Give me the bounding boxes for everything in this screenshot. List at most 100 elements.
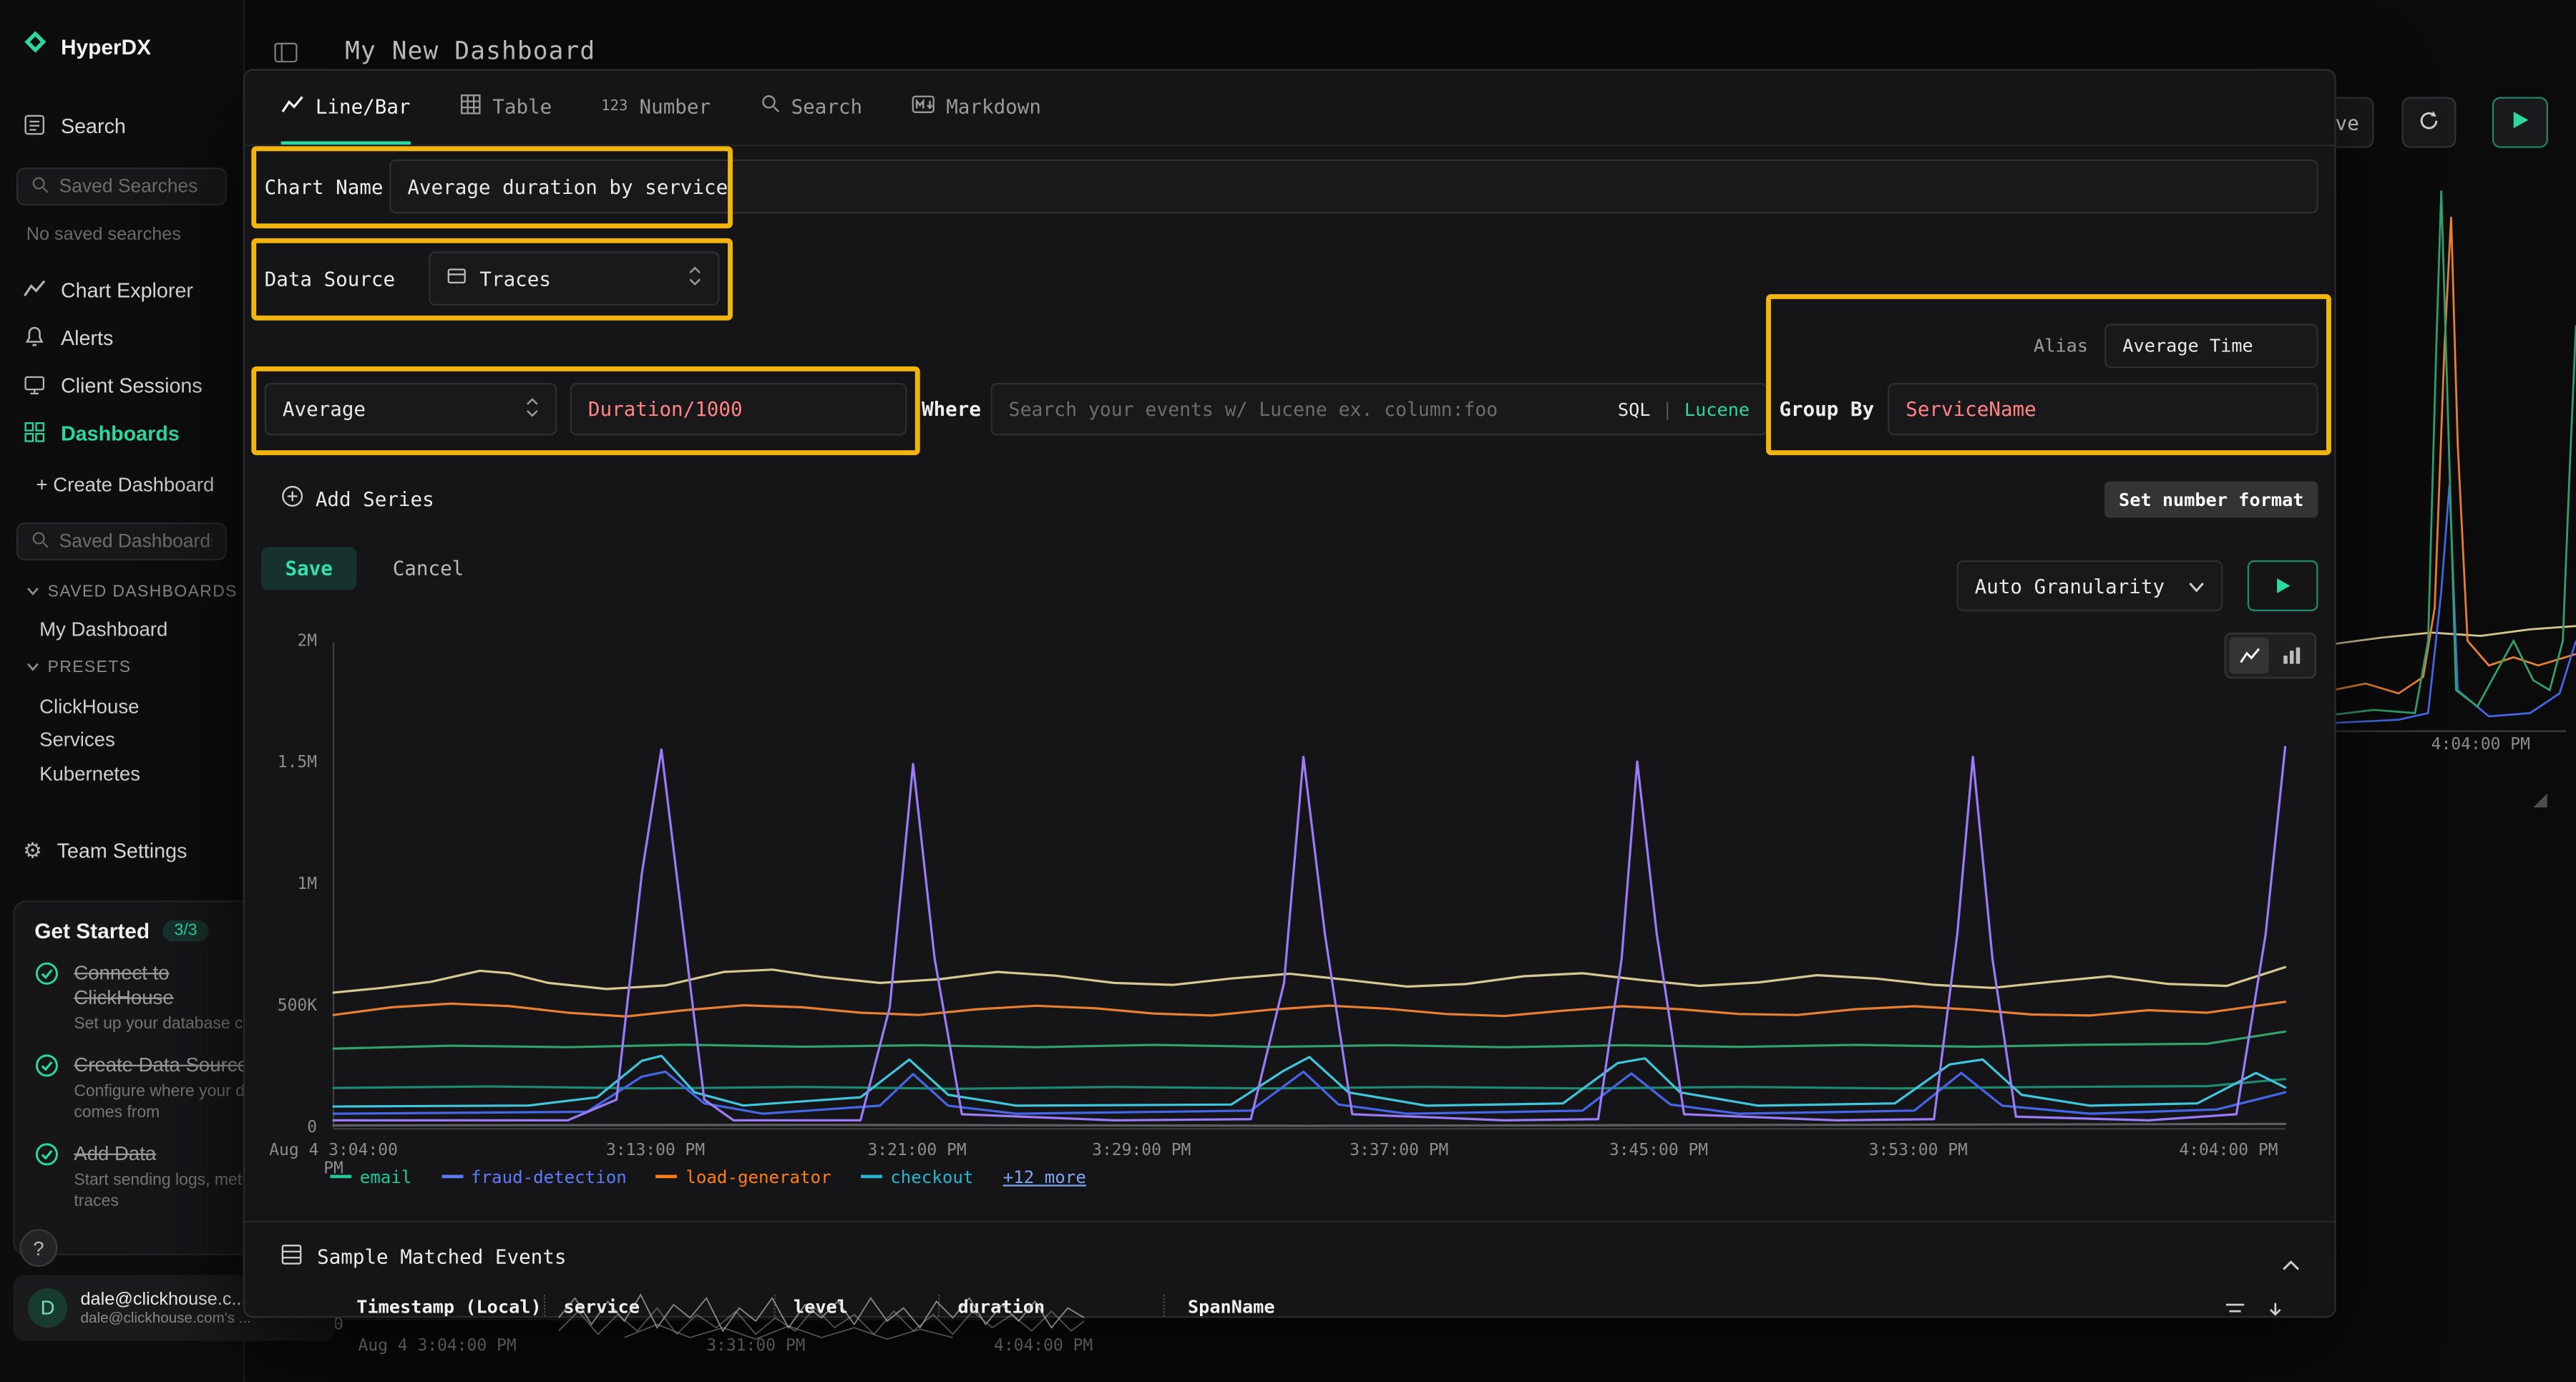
- sample-events-header[interactable]: Sample Matched Events: [281, 1244, 567, 1270]
- search-icon: [31, 175, 49, 198]
- section-label: SAVED DASHBOARDS: [48, 583, 238, 601]
- dashboards-grid-icon: [23, 420, 46, 448]
- collapse-chevron-icon[interactable]: [2282, 1247, 2300, 1279]
- chart-editor-panel: Line/Bar Table 123 Number Search Markdow…: [243, 69, 2336, 1318]
- step-title: Add Data: [74, 1142, 258, 1167]
- sidebar-item-clickhouse[interactable]: ClickHouse: [39, 695, 139, 718]
- sidebar-item-alerts[interactable]: Alerts: [0, 317, 243, 360]
- x-axis-tick: 3:37:00 PM: [1325, 1142, 1473, 1160]
- x-axis-tick: 3:53:00 PM: [1844, 1142, 1992, 1160]
- page-title: My New Dashboard: [345, 37, 595, 66]
- sidebar-item-client-sessions[interactable]: Client Sessions: [0, 365, 243, 408]
- sidebar-item-team-settings[interactable]: ⚙ Team Settings: [0, 829, 243, 872]
- run-query-button[interactable]: [2492, 97, 2548, 147]
- background-tile-chart: [2333, 148, 2576, 772]
- sidebar-item-label: Search: [61, 115, 126, 138]
- background-x-axis-tick: 4:04:00 PM: [2391, 736, 2572, 754]
- legend-dash: [861, 1175, 882, 1179]
- sample-events-title: Sample Matched Events: [317, 1245, 566, 1268]
- render-glitch-noise: [559, 1288, 1085, 1344]
- sidebar-item-my-dashboard[interactable]: My Dashboard: [39, 618, 167, 641]
- step-title: Connect to ClickHouse: [74, 961, 258, 1011]
- y-axis-tick: 500K: [251, 998, 317, 1016]
- sidebar-item-label: Chart Explorer: [61, 279, 193, 302]
- avatar: D: [28, 1288, 67, 1328]
- legend-item[interactable]: email: [330, 1168, 411, 1188]
- sidebar-item-label: Client Sessions: [61, 374, 203, 397]
- presets-section[interactable]: PRESETS: [26, 659, 132, 677]
- column-separator: [544, 1295, 545, 1316]
- chevron-down-icon: [26, 583, 39, 601]
- x-axis: Aug 4 3:04:00 PM3:13:00 PM3:21:00 PM3:29…: [245, 636, 2334, 686]
- legend-item[interactable]: checkout: [861, 1168, 973, 1188]
- column-separator: [1163, 1295, 1164, 1316]
- search-icon: [31, 530, 49, 553]
- help-button[interactable]: ?: [20, 1229, 58, 1267]
- legend-label: checkout: [890, 1168, 973, 1188]
- sidebar-item-search[interactable]: Search: [0, 105, 243, 148]
- column-header-spanname[interactable]: SpanName: [1188, 1296, 1275, 1318]
- y-axis-tick: 1.5M: [251, 754, 317, 772]
- app-window: My New Dashboard Save 4:04:00 PM ◢ 0 Aug…: [0, 0, 2576, 1382]
- background-mini-tick: Aug 4 3:04:00 PM: [358, 1338, 517, 1356]
- x-axis-tick: 3:13:00 PM: [582, 1142, 730, 1160]
- legend-label: fraud-detection: [471, 1168, 627, 1188]
- legend-dash: [330, 1175, 351, 1179]
- x-axis-tick: 3:29:00 PM: [1068, 1142, 1216, 1160]
- user-email: dale@clickhouse.c...: [80, 1290, 251, 1310]
- legend-label: email: [360, 1168, 412, 1188]
- monitor-icon: [23, 372, 46, 400]
- legend-dash: [656, 1175, 678, 1179]
- check-circle-icon: [34, 1053, 59, 1124]
- brand-name: HyperDX: [61, 34, 151, 58]
- section-label: PRESETS: [48, 659, 132, 677]
- saved-dashboards-placeholder: Saved Dashboards: [59, 532, 213, 552]
- user-email-sub: dale@clickhouse.com's ...: [80, 1310, 251, 1326]
- play-icon: [2511, 110, 2529, 135]
- legend-more-link[interactable]: +12 more: [1003, 1168, 1086, 1188]
- chevron-down-icon: [26, 659, 39, 677]
- sidebar-item-label: Dashboards: [61, 422, 180, 445]
- sidebar-item-label: Alerts: [61, 327, 113, 350]
- saved-dashboards-section[interactable]: SAVED DASHBOARDS: [26, 583, 238, 601]
- sidebar-item-dashboards[interactable]: Dashboards: [0, 412, 243, 455]
- table-icon: [281, 1244, 303, 1270]
- sidebar-item-chart-explorer[interactable]: Chart Explorer: [0, 270, 243, 313]
- no-saved-searches-text: No saved searches: [26, 225, 181, 245]
- step-title: Create Data Source: [74, 1053, 258, 1078]
- search-logs-icon: [23, 112, 46, 140]
- section-divider: [245, 1221, 2334, 1222]
- check-circle-icon: [34, 1142, 59, 1213]
- legend-label: load-generator: [686, 1168, 831, 1188]
- sidebar-item-label: Team Settings: [57, 840, 187, 862]
- x-axis-tick: 3:21:00 PM: [843, 1142, 991, 1160]
- filter-icon[interactable]: [2225, 1296, 2246, 1318]
- get-started-progress-badge: 3/3: [162, 920, 208, 942]
- refresh-button[interactable]: [2402, 97, 2457, 147]
- x-axis-tick: 3:45:00 PM: [1585, 1142, 1733, 1160]
- create-dashboard-button[interactable]: + Create Dashboard: [36, 473, 215, 496]
- chart-icon: [23, 277, 46, 305]
- legend-item[interactable]: load-generator: [656, 1168, 831, 1188]
- refresh-icon: [2416, 107, 2441, 137]
- bell-icon: [23, 324, 46, 352]
- get-started-title: Get Started: [34, 918, 150, 943]
- saved-searches-placeholder: Saved Searches: [59, 177, 198, 197]
- sidebar-item-kubernetes[interactable]: Kubernetes: [39, 762, 140, 785]
- legend-item[interactable]: fraud-detection: [441, 1168, 627, 1188]
- resize-handle-icon[interactable]: ◢: [2533, 789, 2547, 810]
- saved-searches-input[interactable]: Saved Searches: [16, 167, 227, 205]
- chart-legend: email fraud-detection load-generator che…: [330, 1168, 1085, 1188]
- y-axis-tick: 1M: [251, 876, 317, 894]
- sidebar-item-services[interactable]: Services: [39, 728, 115, 751]
- hyperdx-logo-icon: [23, 29, 47, 62]
- check-circle-icon: [34, 961, 59, 1035]
- saved-dashboards-input[interactable]: Saved Dashboards: [16, 522, 227, 560]
- gear-icon: ⚙: [23, 838, 42, 865]
- brand[interactable]: HyperDX: [23, 29, 151, 62]
- download-icon[interactable]: [2265, 1296, 2285, 1318]
- column-header-timestamp[interactable]: Timestamp (Local): [356, 1296, 542, 1318]
- x-axis-tick: 4:04:00 PM: [2155, 1142, 2303, 1160]
- duration-chart[interactable]: 2M1.5M1M500K0 Aug 4 3:04:00 PM3:13:00 PM…: [245, 71, 2334, 1221]
- y-axis-tick: 0: [251, 1119, 317, 1137]
